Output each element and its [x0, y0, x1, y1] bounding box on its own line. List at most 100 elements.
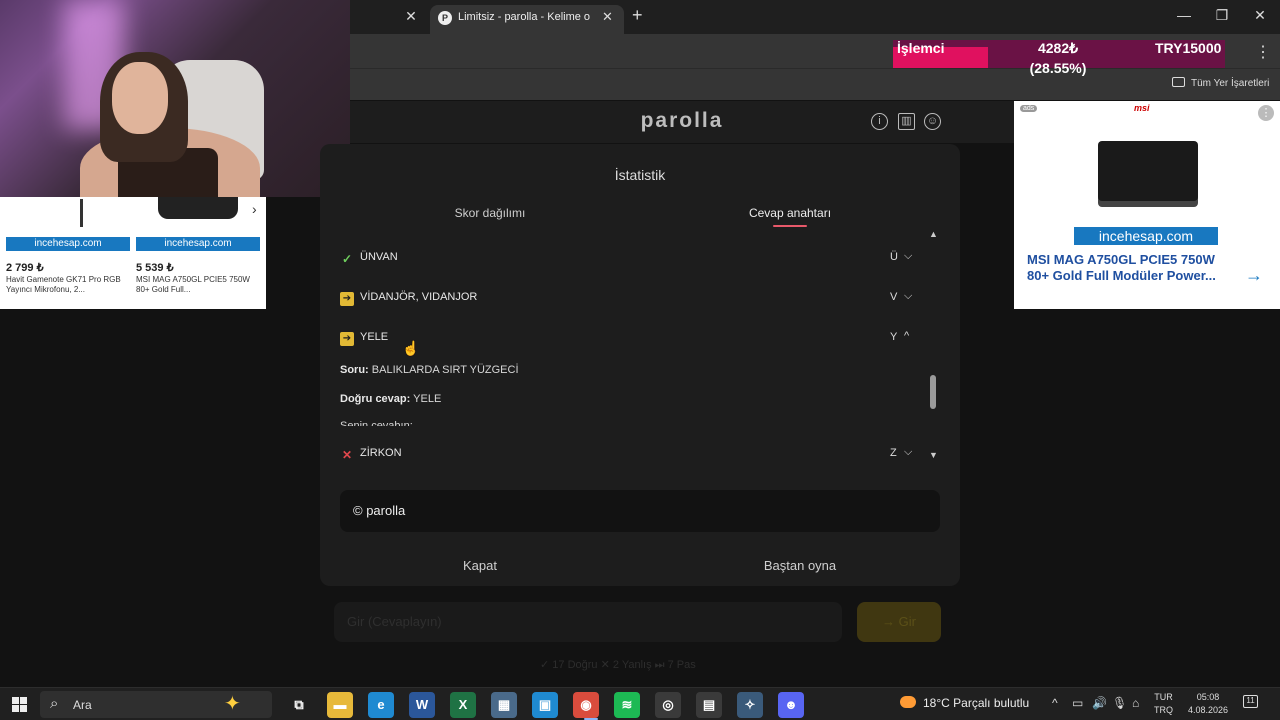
discord-icon[interactable]: ☻ [778, 692, 804, 718]
stats-icon[interactable]: ▥ [898, 113, 915, 130]
guess-input[interactable]: Gir (Cevaplayın) [334, 602, 842, 642]
edge-icon[interactable]: e [368, 692, 394, 718]
word-icon[interactable]: W [409, 692, 435, 718]
ad-next-icon[interactable]: › [252, 201, 257, 217]
left-ad[interactable]: › incehesap.com 2 799 ₺ Havit Gamenote G… [0, 197, 266, 309]
weather-icon [900, 696, 916, 708]
webcam-person-face [112, 62, 168, 134]
tab-answer-key[interactable]: Cevap anahtarı [630, 206, 950, 220]
new-tab-button[interactable]: + [632, 5, 643, 26]
mouse-cursor-icon: ☝ [402, 340, 420, 356]
donation-goal: TRY15000 [1155, 40, 1222, 56]
chevron-down-icon: ⌵ [904, 290, 913, 302]
pass-arrow-icon: ➔ [340, 332, 354, 346]
ad-product-title[interactable]: Havit Gamenote GK71 Pro RGB Yayıncı Mikr… [6, 275, 130, 295]
tab-close-icon[interactable]: ✕ [602, 9, 613, 25]
all-bookmarks-button[interactable]: Tüm Yer İşaretleri [1172, 77, 1269, 89]
answer-letter: Ü [890, 251, 898, 263]
clock[interactable]: 05:08 4.08.2026 [1186, 691, 1230, 717]
answer-word: VİDANJÖR, VIDANJOR [360, 291, 478, 303]
right-ad[interactable]: ads msi ⋮ incehesap.com MSI MAG A750GL P… [1014, 101, 1280, 309]
lang-top: TUR [1154, 692, 1173, 702]
answer-detail: Doğru cevap: YELE [340, 393, 441, 405]
spotify-icon[interactable]: ≋ [614, 692, 640, 718]
app-icon[interactable]: ✧ [737, 692, 763, 718]
chevron-down-icon: ⌵ [904, 446, 913, 458]
answer-text: YELE [413, 393, 442, 405]
taskbar-search[interactable]: ⌕ Ara ✦ [40, 691, 272, 718]
ad-arrow-icon[interactable]: → [1245, 265, 1263, 286]
weather-text: 18°C Parçalı bulutlu [923, 696, 1030, 710]
language-indicator[interactable]: TUR TRQ [1154, 691, 1173, 717]
tab-score-distribution[interactable]: Skor dağılımı [330, 206, 650, 220]
volume-icon[interactable]: 🔊 [1092, 696, 1107, 710]
tray-overflow-icon[interactable]: ^ [1052, 696, 1058, 710]
prev-tab-close-icon[interactable]: ✕ [401, 8, 421, 26]
psu-image [158, 197, 238, 219]
answer-label: Doğru cevap: [340, 393, 411, 405]
question-text: BALIKLARDA SIRT YÜZGECİ [371, 364, 519, 376]
answer-letter: Z [890, 447, 897, 459]
ad-product-title[interactable]: MSI MAG A750GL PCIE5 750W 80+ Gold Full.… [136, 275, 260, 295]
task-view-icon[interactable]: ⧉ [286, 692, 312, 718]
answer-word: ÜNVAN [360, 251, 398, 263]
answer-row-unvan[interactable]: ✓ ÜNVAN Ü ⌵ [340, 250, 915, 270]
copyright-box: © parolla [340, 490, 940, 532]
notifications-icon[interactable]: 11 [1243, 695, 1258, 708]
donation-label: İşlemci [897, 40, 945, 56]
donation-amount: 4282₺ [1037, 40, 1079, 56]
network-icon[interactable]: ⌂ [1132, 696, 1139, 710]
search-placeholder: Ara [73, 698, 92, 712]
pass-arrow-icon: ➔ [340, 292, 354, 306]
battery-icon[interactable]: ▭ [1072, 696, 1083, 710]
psu-image [1098, 141, 1198, 201]
guess-placeholder: Gir (Cevaplayın) [347, 614, 442, 629]
clock-date: 4.08.2026 [1187, 705, 1229, 715]
folder-icon [1172, 77, 1185, 87]
ad-price: 2 799 ₺ [6, 262, 44, 274]
start-button[interactable] [12, 697, 27, 712]
microphone-icon[interactable]: 🎙 [1112, 696, 1127, 710]
answer-row-zirkon[interactable]: ✕ ZİRKON Z ⌵ [340, 446, 915, 466]
ad-info-icon[interactable]: ⋮ [1258, 105, 1274, 121]
clock-time: 05:08 [1196, 692, 1220, 702]
streamlabs-icon[interactable]: ▤ [696, 692, 722, 718]
close-window-button[interactable]: ✕ [1248, 7, 1272, 27]
ad-brand-banner: incehesap.com [6, 237, 130, 251]
answer-row-vidanjor[interactable]: ➔ VİDANJÖR, VIDANJOR V ⌵ [340, 290, 915, 310]
msi-logo: msi [1134, 103, 1150, 113]
chrome-icon[interactable]: ◉ [573, 692, 599, 718]
submit-button[interactable]: → Gir [857, 602, 941, 642]
restart-button[interactable]: Baştan oyna [640, 558, 960, 573]
maximize-button[interactable]: ❐ [1210, 7, 1234, 27]
lang-bottom: TRQ [1154, 705, 1173, 715]
excel-icon[interactable]: X [450, 692, 476, 718]
info-icon[interactable]: i [871, 113, 888, 130]
chevron-down-icon: ⌵ [904, 250, 913, 262]
tab-title: Limitsiz - parolla - Kelime o [458, 11, 591, 23]
obs-icon[interactable]: ◎ [655, 692, 681, 718]
answer-row-yele[interactable]: ➔ YELE Y ^ [340, 330, 915, 350]
search-icon: ⌕ [50, 695, 59, 712]
calculator-icon[interactable]: ▦ [491, 692, 517, 718]
copilot-sparkle-icon[interactable]: ✦ [224, 691, 241, 716]
all-bookmarks-label: Tüm Yer İşaretleri [1191, 78, 1270, 89]
profile-icon[interactable]: ☺ [924, 113, 941, 130]
store-icon[interactable]: ▣ [532, 692, 558, 718]
answer-letter: V [890, 291, 898, 303]
close-button[interactable]: Kapat [320, 558, 640, 573]
browser-menu-icon[interactable]: ⋮ [1255, 42, 1271, 62]
copyright-text: © parolla [353, 503, 406, 518]
file-explorer-icon[interactable]: ▬ [327, 692, 353, 718]
question-detail: Soru: BALIKLARDA SIRT YÜZGECİ [340, 364, 519, 376]
weather-widget[interactable]: 18°C Parçalı bulutlu [900, 696, 1029, 710]
score-summary: ✓ 17 Doğru ✕ 2 Yanlış ⏭ 7 Pas [540, 659, 696, 671]
webcam-overlay [0, 0, 350, 197]
ad-product-title[interactable]: MSI MAG A750GL PCIE5 750W 80+ Gold Full … [1027, 252, 1237, 284]
tab-parolla[interactable]: P Limitsiz - parolla - Kelime o ✕ [430, 5, 624, 34]
minimize-button[interactable]: — [1172, 7, 1196, 27]
ad-badge: ads [1020, 105, 1038, 112]
question-label: Soru: [340, 364, 369, 376]
ad-price: 5 539 ₺ [136, 262, 174, 274]
user-answer-clipped: Senin cevabın: [340, 420, 413, 426]
